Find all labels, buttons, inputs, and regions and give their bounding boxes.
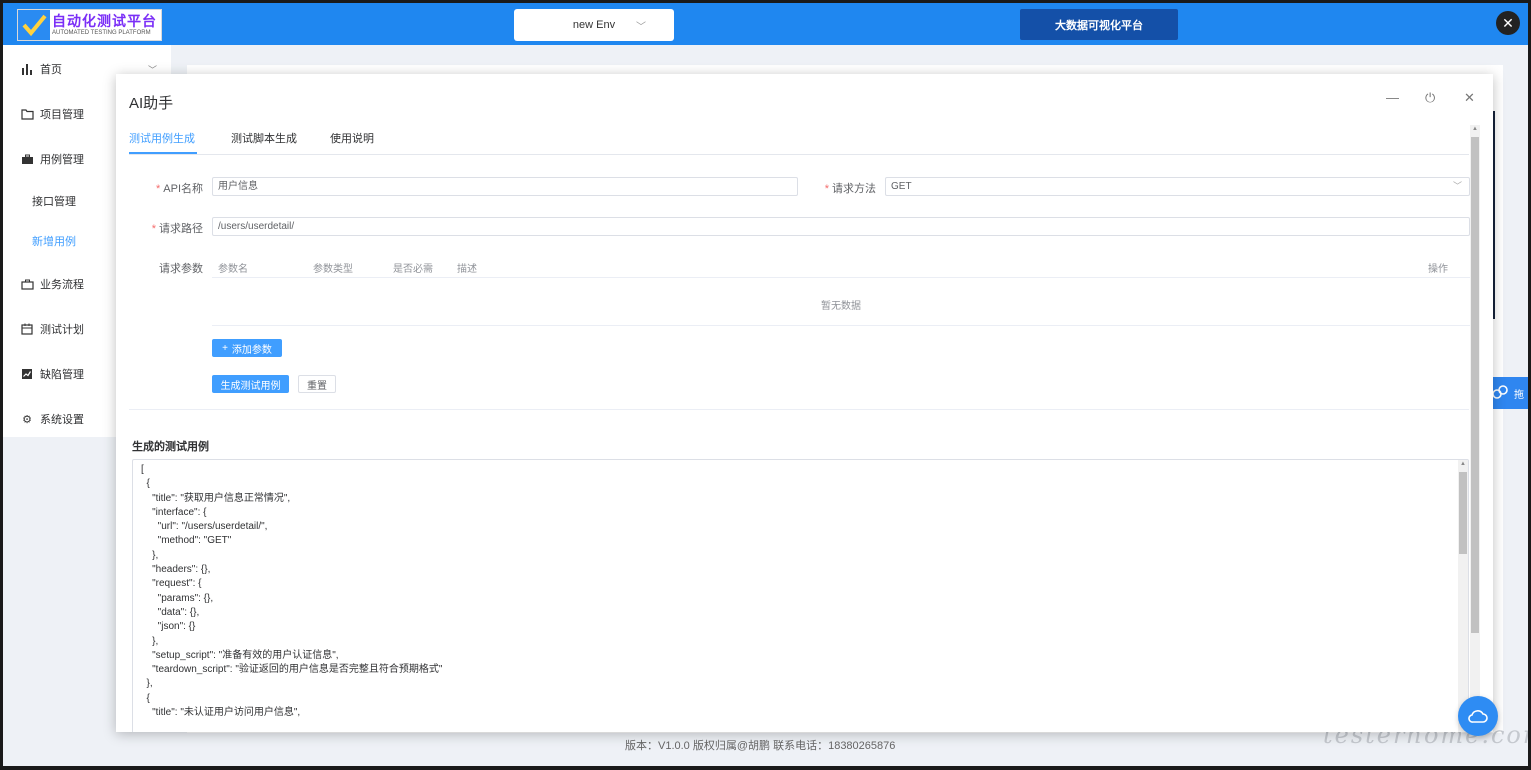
scroll-up-icon[interactable]: ▲ bbox=[1460, 461, 1466, 467]
add-param-button[interactable]: + 添加参数 bbox=[212, 339, 282, 357]
add-param-label: 添加参数 bbox=[231, 344, 272, 356]
dialog-title: AI助手 bbox=[129, 95, 174, 112]
dialog-scrollbar[interactable]: ▲ bbox=[1470, 125, 1480, 732]
logo[interactable]: 自动化测试平台 AUTOMATED TESTING PLATFORM bbox=[17, 9, 162, 41]
top-header: 自动化测试平台 AUTOMATED TESTING PLATFORM new E… bbox=[3, 3, 1528, 45]
close-icon[interactable]: ✕ bbox=[1464, 90, 1475, 106]
path-input[interactable]: /users/userdetail/ bbox=[212, 217, 1470, 236]
sidebar-item-label: 系统设置 bbox=[40, 414, 84, 426]
floating-drag-label: 拖 bbox=[1514, 389, 1524, 401]
chevron-down-icon: ﹀ bbox=[1452, 181, 1462, 191]
sidebar-item-label: 业务流程 bbox=[40, 279, 84, 291]
calendar-icon bbox=[20, 322, 34, 336]
section-divider bbox=[129, 409, 1469, 410]
column-header-description: 描述 bbox=[457, 264, 477, 275]
tab-case-generation[interactable]: 测试用例生成 bbox=[129, 130, 195, 146]
logo-check-icon bbox=[18, 10, 50, 40]
code-scroll-thumb[interactable] bbox=[1459, 472, 1467, 554]
sidebar-item-label: 首页 bbox=[40, 64, 62, 76]
column-header-param-name: 参数名 bbox=[218, 264, 248, 275]
env-select-value: new Env bbox=[572, 19, 616, 31]
power-icon[interactable]: ⏻ bbox=[1425, 90, 1435, 106]
column-header-actions: 操作 bbox=[1428, 264, 1448, 275]
table-empty-text: 暂无数据 bbox=[821, 301, 861, 312]
api-name-label: * API名称 bbox=[155, 183, 203, 195]
chart-box-icon bbox=[20, 367, 34, 381]
api-name-input[interactable]: 用户信息 bbox=[212, 177, 798, 196]
method-select[interactable]: GET ﹀ bbox=[885, 177, 1470, 196]
result-section-title: 生成的测试用例 bbox=[132, 441, 209, 453]
cloud-icon[interactable] bbox=[1458, 696, 1498, 736]
tab-usage[interactable]: 使用说明 bbox=[330, 130, 374, 146]
link-icon bbox=[1491, 384, 1509, 403]
dialog-tabs: 测试用例生成 测试脚本生成 使用说明 bbox=[129, 130, 1469, 155]
folder-icon bbox=[20, 107, 34, 121]
logo-title: 自动化测试平台 bbox=[52, 13, 157, 29]
dialog-scroll-thumb[interactable] bbox=[1471, 137, 1479, 633]
env-select[interactable]: new Env ﹀ bbox=[514, 9, 674, 41]
result-code-textarea[interactable]: [ { "title": "获取用户信息正常情况", "interface": … bbox=[132, 459, 1469, 732]
result-code-text: [ { "title": "获取用户信息正常情况", "interface": … bbox=[141, 464, 443, 719]
bar-chart-icon bbox=[20, 62, 34, 76]
tab-active-indicator bbox=[129, 152, 197, 154]
generate-cases-button[interactable]: 生成测试用例 bbox=[212, 375, 289, 393]
bigdata-platform-button[interactable]: 大数据可视化平台 bbox=[1020, 9, 1178, 40]
column-header-required: 是否必需 bbox=[393, 264, 433, 275]
gear-icon: ⚙ bbox=[22, 413, 32, 426]
sidebar-item-label: 项目管理 bbox=[40, 109, 84, 121]
minimize-icon[interactable]: — bbox=[1386, 90, 1399, 105]
table-bottom-divider bbox=[212, 325, 1470, 326]
path-label: * 请求路径 bbox=[151, 223, 203, 235]
ai-assistant-dialog: AI助手 — ⏻ ✕ 测试用例生成 测试脚本生成 使用说明 ▲ * API名称 用… bbox=[116, 74, 1493, 732]
table-header-divider bbox=[212, 277, 1470, 278]
logo-subtitle: AUTOMATED TESTING PLATFORM bbox=[52, 30, 151, 36]
sidebar-item-label: 缺陷管理 bbox=[40, 369, 84, 381]
code-scrollbar[interactable]: ▲ bbox=[1458, 460, 1468, 732]
method-label: * 请求方法 bbox=[824, 183, 876, 195]
sidebar-item-label: 测试计划 bbox=[40, 324, 84, 336]
app-frame: 自动化测试平台 AUTOMATED TESTING PLATFORM new E… bbox=[3, 3, 1528, 766]
suitcase-icon bbox=[20, 277, 34, 291]
sidebar-item-label: 用例管理 bbox=[40, 154, 84, 166]
column-header-param-type: 参数类型 bbox=[313, 264, 353, 275]
close-icon[interactable]: ✕ bbox=[1496, 11, 1520, 35]
briefcase-icon bbox=[20, 152, 34, 166]
method-select-value: GET bbox=[891, 181, 912, 192]
plus-icon: + bbox=[222, 342, 228, 354]
scroll-up-icon[interactable]: ▲ bbox=[1472, 126, 1478, 132]
tab-script-generation[interactable]: 测试脚本生成 bbox=[231, 130, 297, 146]
params-label: 请求参数 bbox=[159, 263, 203, 275]
chevron-down-icon: ﹀ bbox=[636, 22, 646, 33]
footer-text: 版本：V1.0.0 版权归属@胡鹏 联系电话：18380265876 bbox=[625, 740, 896, 752]
reset-button[interactable]: 重置 bbox=[298, 375, 336, 393]
